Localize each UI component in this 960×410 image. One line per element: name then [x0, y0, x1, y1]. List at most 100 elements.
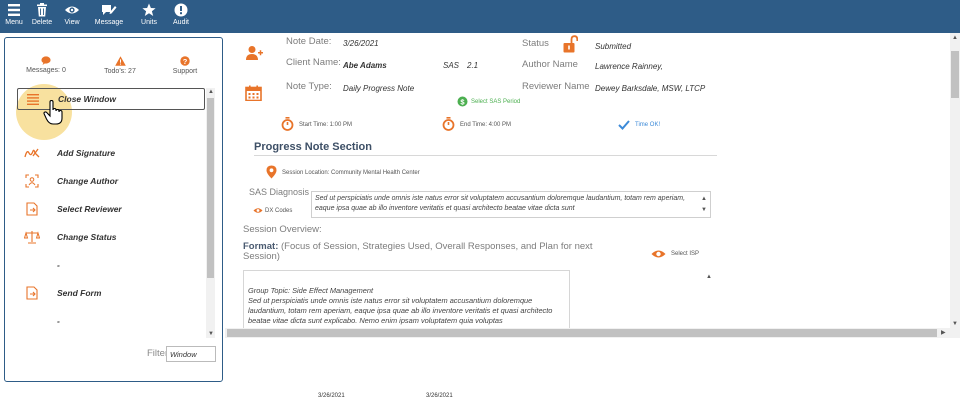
progress-section-title: Progress Note Section	[254, 141, 372, 153]
page-vertical-scroll-thumb[interactable]	[951, 51, 959, 98]
filter-input[interactable]	[166, 346, 216, 362]
view-button[interactable]: View	[58, 0, 86, 33]
menu-label: Menu	[5, 19, 23, 26]
sas-diagnosis-box[interactable]: Sed ut perspiciatis unde omnis iste natu…	[311, 191, 711, 218]
diag-scroll-down-icon[interactable]: ▼	[701, 205, 707, 215]
footer-date-1: 3/26/2021	[318, 393, 345, 399]
menu-item-label: Change Author	[57, 176, 119, 186]
send-form-icon	[25, 286, 38, 300]
menu-scroll-up-icon[interactable]: ▲	[208, 89, 214, 95]
notes-scroll-up-icon[interactable]: ▲	[706, 274, 712, 280]
reviewer-icon	[25, 202, 38, 216]
reviewer-value[interactable]: Dewey Barksdale, MSW, LTCP	[595, 84, 705, 93]
status-scale-icon	[24, 231, 40, 244]
diagnosis-text: Sed ut perspiciatis unde omnis iste natu…	[315, 195, 686, 212]
unlock-icon[interactable]	[563, 35, 578, 53]
calendar-icon[interactable]	[245, 85, 262, 101]
menu-item-label: Add Signature	[57, 148, 116, 158]
select-isp-link[interactable]: Select ISP	[671, 251, 699, 257]
menu-item-add-signature[interactable]: Add Signature	[17, 142, 205, 164]
note-date-value[interactable]: 3/26/2021	[343, 39, 379, 48]
menu-item-separator: -	[17, 310, 205, 332]
support-label: Support	[172, 68, 198, 75]
menu-item-label: Select Reviewer	[57, 204, 122, 214]
trash-icon	[37, 3, 47, 17]
page-horizontal-scrollbar[interactable]: ▶	[225, 328, 960, 338]
todos-button[interactable]: Todo's: 27	[95, 56, 145, 75]
session-notes-textarea[interactable]: Group Topic: Side Effect Management Sed …	[243, 270, 570, 328]
note-form: Note Date: 3/26/2021 Client Name: Abe Ad…	[225, 33, 950, 328]
menu-item-select-reviewer[interactable]: Select Reviewer	[17, 198, 205, 220]
reviewer-label: Reviewer Name	[522, 81, 590, 92]
session-body-text: Sed ut perspiciatis unde omnis iste natu…	[248, 296, 553, 325]
client-name-value[interactable]: Abe Adams	[343, 61, 387, 70]
top-toolbar: Menu Delete View Message Units Audit	[0, 0, 960, 33]
close-window-icon	[27, 94, 39, 105]
audit-button[interactable]: Audit	[166, 0, 196, 33]
select-sas-period-link[interactable]: Select SAS Period	[471, 99, 520, 105]
warning-icon	[114, 56, 126, 66]
dx-codes-link[interactable]: DX Codes	[265, 208, 292, 214]
menu-button[interactable]: Menu	[3, 0, 25, 33]
page-horizontal-scroll-thumb[interactable]	[227, 329, 937, 337]
menu-item-send-form[interactable]: Send Form	[17, 282, 205, 304]
page-scroll-up-icon[interactable]: ▲	[952, 35, 958, 41]
menu-item-label: -	[57, 316, 60, 326]
page-scroll-down-icon[interactable]: ▼	[952, 321, 958, 327]
time-ok: Time OK!	[635, 122, 661, 128]
hamburger-icon	[8, 4, 20, 16]
svg-text:?: ?	[183, 57, 188, 66]
units-label: Units	[141, 19, 157, 26]
start-time: Start Time: 1:00 PM	[299, 122, 353, 128]
alert-circle-icon	[174, 3, 188, 17]
menu-item-label: -	[57, 260, 60, 270]
hand-cursor-icon	[43, 100, 63, 125]
filter-label: Filter	[147, 348, 169, 359]
note-type-value[interactable]: Daily Progress Note	[343, 84, 414, 93]
sas-value: 2.1	[467, 61, 479, 70]
author-label: Author Name	[522, 59, 578, 70]
dx-eye-icon[interactable]	[253, 207, 263, 214]
location-pin-icon	[266, 165, 277, 179]
status-value: Submitted	[595, 42, 632, 51]
menu-scroll-down-icon[interactable]: ▼	[208, 331, 214, 337]
format-text: (Focus of Session, Strategies Used, Over…	[243, 241, 593, 262]
menu-scrollbar[interactable]: ▲ ▼	[206, 88, 215, 338]
author-icon	[25, 174, 39, 188]
menu-item-change-status[interactable]: Change Status	[17, 226, 205, 248]
view-label: View	[64, 19, 80, 26]
note-type-label: Note Type:	[286, 81, 332, 92]
checkmark-icon	[618, 120, 630, 130]
menu-panel: Messages: 0 Todo's: 27 ? Support Close W…	[4, 37, 223, 382]
client-name-label: Client Name:	[286, 57, 341, 68]
help-icon: ?	[180, 56, 190, 66]
add-user-icon[interactable]	[245, 45, 263, 61]
start-stopwatch-icon	[281, 117, 294, 131]
footer-date-2: 3/26/2021	[426, 393, 453, 399]
sas-label: SAS	[443, 61, 460, 70]
page-scroll-right-icon[interactable]: ▶	[941, 329, 946, 336]
group-topic: Group Topic: Side Effect Management	[248, 286, 374, 295]
delete-button[interactable]: Delete	[27, 0, 57, 33]
support-button[interactable]: ? Support	[165, 56, 205, 75]
menu-scroll-thumb[interactable]	[207, 98, 214, 278]
delete-label: Delete	[31, 19, 53, 26]
message-button[interactable]: Message	[86, 0, 132, 33]
diag-scroll-up-icon[interactable]: ▲	[701, 194, 707, 204]
page-vertical-scrollbar[interactable]: ▲ ▼	[950, 33, 960, 328]
sas-diagnosis-label: SAS Diagnosis	[249, 187, 310, 197]
star-icon	[142, 3, 156, 16]
menu-item-separator: -	[17, 254, 205, 276]
dollar-circle-icon[interactable]: $	[457, 96, 468, 107]
format-instructions: Format: (Focus of Session, Strategies Us…	[243, 242, 603, 262]
eye-icon	[65, 6, 79, 14]
menu-item-change-author[interactable]: Change Author	[17, 170, 205, 192]
isp-eye-icon[interactable]	[651, 249, 666, 259]
messages-button[interactable]: Messages: 0	[15, 56, 77, 74]
note-date-label: Note Date:	[286, 36, 332, 47]
session-overview-label: Session Overview:	[243, 224, 322, 235]
menu-item-label: Close Window	[58, 94, 117, 104]
units-button[interactable]: Units	[133, 0, 165, 33]
author-value[interactable]: Lawrence Rainney,	[595, 62, 663, 71]
menu-item-label: Send Form	[57, 288, 102, 298]
